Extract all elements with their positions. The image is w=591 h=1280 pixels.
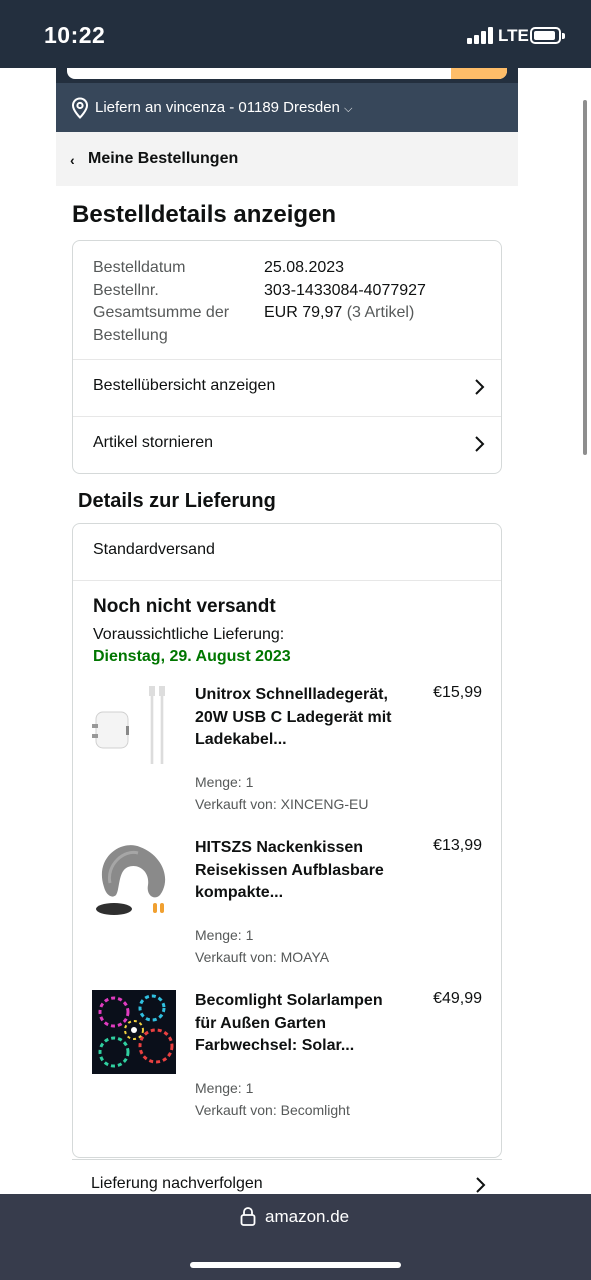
chevron-left-icon: ‹ xyxy=(70,152,75,168)
eta-label: Voraussichtliche Lieferung: xyxy=(93,626,285,643)
chevron-right-icon xyxy=(476,1177,486,1193)
item-price: €13,99 xyxy=(433,837,482,854)
order-info: Bestelldatum 25.08.2023 Bestellnr. 303-143… xyxy=(93,257,426,347)
item-title[interactable]: Becomlight Solarlampen für Außen Garten … xyxy=(195,990,395,1058)
order-item[interactable]: HITSZS Nackenkissen Reisekissen Aufblasb… xyxy=(73,837,501,977)
location-pin-icon xyxy=(71,97,89,119)
item-quantity: Menge: 1 xyxy=(195,927,254,943)
signal-icon xyxy=(467,27,493,44)
view-order-summary-label: Bestellübersicht anzeigen xyxy=(93,377,276,394)
delivery-card: Standardversand Noch nicht versandt Vora… xyxy=(72,523,502,1158)
breadcrumb[interactable]: ‹ Meine Bestellungen xyxy=(56,132,518,186)
order-number-label: Bestellnr. xyxy=(93,281,159,299)
item-seller: Verkauft von: XINCENG-EU xyxy=(195,796,369,812)
chevron-right-icon xyxy=(475,436,485,452)
status-bar: 10:22 LTE xyxy=(0,0,591,68)
scrollbar[interactable] xyxy=(583,100,587,455)
network-type: LTE xyxy=(498,26,529,45)
item-seller: Verkauft von: MOAYA xyxy=(195,949,330,965)
order-total-label: Gesamtsumme der Bestellung xyxy=(93,304,230,344)
eta-date: Dienstag, 29. August 2023 xyxy=(93,648,291,665)
delivery-section-title: Details zur Lieferung xyxy=(78,490,276,512)
shipping-method: Standardversand xyxy=(93,541,215,558)
deliver-to-text: Liefern an vincenza - 01189 Dresden ⌵ xyxy=(95,99,353,116)
breadcrumb-label[interactable]: Meine Bestellungen xyxy=(88,150,238,168)
search-input[interactable] xyxy=(67,68,507,79)
order-summary-card: Bestelldatum 25.08.2023 Bestellnr. 303-143… xyxy=(72,240,502,474)
order-number-value: 303-1433084-4077927 xyxy=(264,281,426,299)
page-title: Bestelldetails anzeigen xyxy=(72,201,337,228)
chevron-down-icon: ⌵ xyxy=(344,103,353,115)
status-time: 10:22 xyxy=(44,22,106,48)
cancel-items-link[interactable]: Artikel stornieren xyxy=(73,417,501,473)
divider xyxy=(73,580,501,581)
solar-lights-image[interactable] xyxy=(92,990,176,1074)
lock-icon xyxy=(240,1207,256,1226)
order-date-label: Bestelldatum xyxy=(93,259,186,276)
view-order-summary-link[interactable]: Bestellübersicht anzeigen xyxy=(73,360,501,416)
track-delivery-link[interactable]: Lieferung nachverfolgen xyxy=(72,1159,502,1195)
item-price: €49,99 xyxy=(433,990,482,1007)
order-item[interactable]: Becomlight Solarlampen für Außen Garten … xyxy=(73,990,501,1130)
item-quantity: Menge: 1 xyxy=(195,774,254,790)
url-text[interactable]: amazon.de xyxy=(265,1207,349,1227)
order-total-value: EUR 79,97 (3 Artikel) xyxy=(264,304,415,321)
item-quantity: Menge: 1 xyxy=(195,1080,254,1096)
item-price: €15,99 xyxy=(433,684,482,701)
shipment-status: Noch nicht versandt xyxy=(93,596,276,617)
usb-charger-image[interactable] xyxy=(92,684,176,768)
chevron-right-icon xyxy=(475,379,485,395)
track-delivery-label: Lieferung nachverfolgen xyxy=(91,1175,263,1192)
item-title[interactable]: HITSZS Nackenkissen Reisekissen Aufblasb… xyxy=(195,837,395,905)
deliver-to-bar[interactable]: Liefern an vincenza - 01189 Dresden ⌵ xyxy=(56,83,518,132)
battery-icon xyxy=(530,27,565,44)
home-indicator[interactable] xyxy=(190,1262,401,1268)
neck-pillow-image[interactable] xyxy=(92,837,176,921)
item-seller: Verkauft von: Becomlight xyxy=(195,1102,350,1118)
item-title[interactable]: Unitrox Schnellladegerät, 20W USB C Lade… xyxy=(195,684,395,752)
search-bar[interactable] xyxy=(56,68,518,83)
order-item[interactable]: Unitrox Schnellladegerät, 20W USB C Lade… xyxy=(73,684,501,824)
cancel-items-label: Artikel stornieren xyxy=(93,434,214,451)
browser-address-bar[interactable]: amazon.de xyxy=(0,1194,591,1280)
order-date-value: 25.08.2023 xyxy=(264,259,345,276)
order-item-count: (3 Artikel) xyxy=(346,304,415,321)
search-button[interactable] xyxy=(451,68,507,79)
